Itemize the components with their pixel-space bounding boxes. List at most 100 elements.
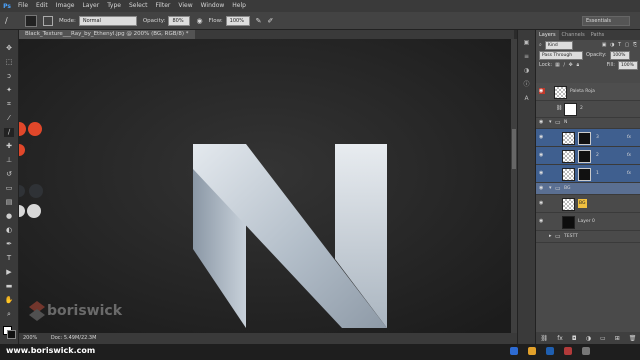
layer-name[interactable]: BG (564, 183, 571, 194)
visibility-eye-icon[interactable]: ◉ (539, 152, 545, 158)
group-collapse-icon[interactable]: ▸ (549, 233, 552, 239)
hand-tool-icon[interactable]: ✋ (4, 296, 14, 305)
add-style-icon[interactable]: fx (557, 335, 563, 342)
group-expand-icon[interactable]: ▾ (549, 119, 552, 125)
layer-effects-icon[interactable]: fx (627, 129, 631, 146)
layer-effects-icon[interactable]: fx (627, 147, 631, 164)
zoom-level[interactable]: 200% (23, 335, 37, 341)
tab-layers[interactable]: Layers (536, 30, 559, 40)
gradient-tool-icon[interactable]: ▤ (4, 198, 14, 207)
layer-group-row[interactable]: ◉ ▾ ▭ BG (536, 183, 640, 195)
marquee-tool-icon[interactable]: ⬚ (4, 58, 14, 67)
menu-help[interactable]: Help (228, 0, 250, 12)
type-tool-icon[interactable]: T (4, 254, 14, 263)
layer-row[interactable]: ◉ BG (536, 195, 640, 213)
lock-icons[interactable]: ▦ ∕ ✥ 🔒︎ (555, 62, 580, 68)
character-panel-icon[interactable]: A (522, 94, 531, 103)
layer-row[interactable]: ⛓ 2 (536, 100, 640, 118)
visibility-eye-icon[interactable]: ◉ (539, 134, 545, 140)
layer-opacity-input[interactable]: 100% (609, 50, 630, 60)
pressure-opacity-icon[interactable]: ◉ (196, 17, 202, 25)
layer-name[interactable]: Paleta Roja (570, 83, 595, 100)
scroll-thumb[interactable] (512, 129, 516, 169)
workspace-select[interactable]: Essentials (582, 16, 630, 26)
recording-app-icon[interactable] (564, 347, 572, 355)
visibility-eye-icon[interactable] (539, 105, 545, 111)
healing-tool-icon[interactable]: ✚ (4, 142, 14, 151)
menu-edit[interactable]: Edit (32, 0, 52, 12)
pressure-size-icon[interactable]: ✐ (268, 17, 274, 25)
layer-name[interactable]: 2 (580, 100, 583, 117)
document-canvas[interactable]: boriswick (19, 39, 511, 333)
lasso-tool-icon[interactable]: ↄ (4, 72, 14, 81)
history-brush-tool-icon[interactable]: ↺ (4, 170, 14, 179)
fill-input[interactable]: 100% (618, 60, 638, 70)
layer-effects-icon[interactable]: fx (627, 165, 631, 182)
airbrush-icon[interactable]: ✎ (256, 17, 262, 25)
visibility-eye-icon[interactable]: ◉ (539, 185, 545, 191)
crop-tool-icon[interactable]: ⌗ (4, 100, 14, 109)
layer-row[interactable]: ◉ 2 fx (536, 147, 640, 165)
menu-view[interactable]: View (174, 0, 196, 12)
blur-tool-icon[interactable]: ● (4, 212, 14, 221)
layer-name[interactable]: TESTT (564, 231, 578, 242)
background-color-swatch[interactable] (7, 330, 16, 339)
new-group-icon[interactable]: ▭ (600, 335, 606, 342)
tab-channels[interactable]: Channels (559, 30, 588, 40)
visibility-eye-icon[interactable]: ◉ (539, 200, 545, 206)
quick-selection-tool-icon[interactable]: ✦ (4, 86, 14, 95)
layer-name[interactable]: N (564, 117, 567, 128)
history-panel-icon[interactable]: ▣ (522, 38, 531, 47)
document-tab[interactable]: Black_Texture___Ray_by_Ethenyl.jpg @ 200… (19, 30, 195, 39)
flow-input[interactable]: 100% (225, 15, 250, 26)
layer-row[interactable]: ◉ 1 fx (536, 165, 640, 183)
move-tool-icon[interactable]: ✥ (4, 44, 14, 53)
tab-paths[interactable]: Paths (588, 30, 608, 40)
dodge-tool-icon[interactable]: ◐ (4, 226, 14, 235)
blend-mode-select[interactable]: Pass Through (539, 50, 583, 60)
menu-select[interactable]: Select (125, 0, 152, 12)
info-panel-icon[interactable]: ⓘ (522, 80, 531, 89)
system-tray-icon[interactable] (582, 347, 590, 355)
visibility-eye-icon[interactable]: ◉ (539, 88, 545, 94)
brush-tool-preset-icon[interactable]: ∕ (5, 16, 19, 25)
path-selection-tool-icon[interactable]: ▶ (4, 268, 14, 277)
link-layers-icon[interactable]: ⛓ (541, 335, 549, 342)
clone-stamp-tool-icon[interactable]: ⊥ (4, 156, 14, 165)
eraser-tool-icon[interactable]: ▭ (4, 184, 14, 193)
layer-name[interactable]: BG (578, 199, 587, 208)
layer-row[interactable]: ◉ 3 fx (536, 129, 640, 147)
opacity-input[interactable]: 80% (168, 15, 191, 26)
layer-name[interactable]: Layer 0 (578, 213, 595, 230)
layer-row[interactable]: ◉ Layer 0 (536, 213, 640, 231)
layer-name[interactable]: 3 (596, 129, 599, 146)
menu-image[interactable]: Image (52, 0, 79, 12)
visibility-eye-icon[interactable]: ◉ (539, 218, 545, 224)
delete-layer-icon[interactable]: 🗑︎ (629, 335, 637, 342)
group-expand-icon[interactable]: ▾ (549, 185, 552, 191)
layer-group-row[interactable]: ◉ ▾ ▭ N (536, 117, 640, 129)
filter-kind-select[interactable]: Kind (544, 40, 573, 50)
new-layer-icon[interactable]: ⊞ (615, 335, 620, 342)
menu-window[interactable]: Window (197, 0, 229, 12)
shape-tool-icon[interactable]: ▬ (4, 282, 14, 291)
layer-name[interactable]: 2 (596, 147, 599, 164)
menu-file[interactable]: File (14, 0, 32, 12)
mode-select[interactable]: Normal (78, 15, 137, 26)
layer-group-row[interactable]: ▸ ▭ TESTT (536, 231, 640, 243)
layer-row[interactable]: ◉ Paleta Roja (536, 83, 640, 101)
visibility-eye-icon[interactable]: ◉ (539, 170, 545, 176)
filter-type-icons[interactable]: ▣ ◑ T ▢ ⎘ (602, 42, 638, 48)
browser-icon[interactable] (510, 347, 518, 355)
add-mask-icon[interactable]: ◘ (572, 335, 577, 342)
adjustments-panel-icon[interactable]: ◑ (522, 66, 531, 75)
brush-panel-toggle-icon[interactable] (43, 15, 53, 26)
layer-name[interactable]: 1 (596, 165, 599, 182)
brush-size-picker-icon[interactable] (25, 14, 37, 27)
visibility-eye-icon[interactable] (539, 233, 545, 239)
visibility-eye-icon[interactable]: ◉ (539, 119, 545, 125)
folder-app-icon[interactable] (528, 347, 536, 355)
eyedropper-tool-icon[interactable]: ⁄ (4, 114, 14, 123)
new-adjustment-icon[interactable]: ◑ (586, 335, 591, 342)
photoshop-app-icon[interactable] (546, 347, 554, 355)
